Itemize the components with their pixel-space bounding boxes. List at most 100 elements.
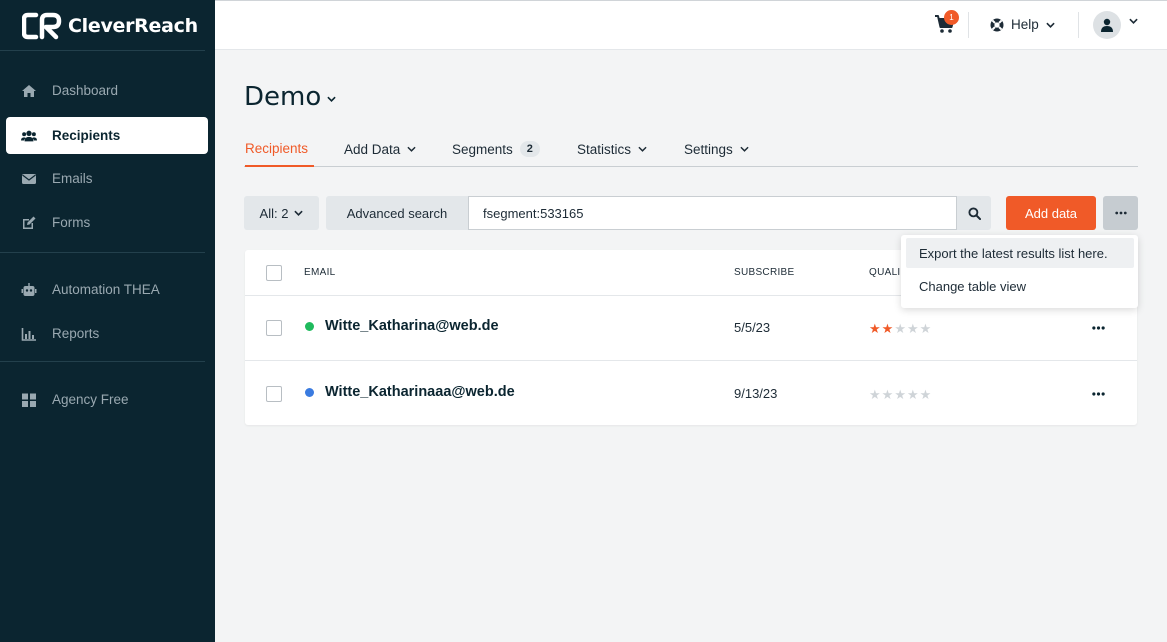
user-avatar[interactable] bbox=[1093, 11, 1121, 39]
tab-bar: Recipients Add Data Segments 2 Statistic… bbox=[244, 131, 1138, 167]
more-options-button[interactable] bbox=[1103, 196, 1138, 230]
sidebar-item-emails[interactable]: Emails bbox=[6, 160, 208, 197]
brand-logo[interactable]: CleverReach bbox=[22, 12, 198, 40]
advanced-search-label: Advanced search bbox=[346, 205, 448, 221]
row-checkbox[interactable] bbox=[266, 386, 282, 402]
sidebar-item-label: Forms bbox=[52, 215, 91, 230]
row-actions-button[interactable] bbox=[1089, 321, 1107, 335]
tab-label: Recipients bbox=[245, 140, 309, 156]
page-title-text: Demo bbox=[244, 82, 322, 112]
sidebar-item-dashboard[interactable]: Dashboard bbox=[6, 72, 208, 109]
users-icon bbox=[21, 128, 37, 144]
subscribe-date: 5/5/23 bbox=[734, 320, 771, 335]
sidebar-item-label: Dashboard bbox=[52, 83, 119, 98]
tab-add-data[interactable]: Add Data bbox=[344, 131, 416, 167]
chevron-down-icon bbox=[638, 146, 647, 152]
tab-label: Settings bbox=[684, 141, 733, 157]
sidebar-divider bbox=[0, 361, 205, 362]
tab-segments[interactable]: Segments 2 bbox=[452, 131, 540, 167]
status-dot bbox=[305, 388, 314, 397]
row-checkbox[interactable] bbox=[266, 320, 282, 336]
page-title[interactable]: Demo bbox=[244, 82, 336, 112]
bar-chart-icon bbox=[21, 326, 37, 342]
column-header-quality[interactable]: QUALI bbox=[869, 267, 901, 278]
topbar-separator bbox=[1078, 12, 1079, 38]
tab-label: Statistics bbox=[577, 141, 632, 157]
row-actions-button[interactable] bbox=[1089, 387, 1107, 401]
column-header-email[interactable]: EMAIL bbox=[304, 267, 336, 278]
star-icon: ★ bbox=[869, 321, 881, 336]
ellipsis-icon bbox=[1091, 392, 1105, 396]
chevron-down-icon[interactable] bbox=[1129, 18, 1138, 24]
advanced-search-button[interactable]: Advanced search bbox=[326, 196, 468, 230]
chevron-down-icon bbox=[327, 96, 336, 102]
star-icon: ★ bbox=[881, 321, 894, 336]
cleverreach-logo-icon bbox=[22, 12, 62, 40]
add-data-button[interactable]: Add data bbox=[1006, 196, 1096, 230]
star-icon: ★ bbox=[894, 387, 906, 402]
sidebar-divider bbox=[0, 252, 205, 253]
filter-label: All: 2 bbox=[259, 205, 289, 221]
quality-rating: ★ ★ ★ ★ ★ bbox=[869, 322, 931, 335]
sidebar-item-label: Agency Free bbox=[52, 392, 129, 407]
tab-recipients[interactable]: Recipients bbox=[245, 131, 314, 167]
table-row[interactable]: Witte_Katharinaaa@web.de 9/13/23 ★ ★ ★ ★ ★ bbox=[245, 360, 1137, 425]
sidebar-item-forms[interactable]: Forms bbox=[6, 204, 208, 241]
tab-label: Add Data bbox=[344, 141, 401, 157]
quality-rating: ★ ★ ★ ★ ★ bbox=[869, 388, 931, 401]
filter-dropdown[interactable]: All: 2 bbox=[244, 196, 319, 230]
grid-icon bbox=[21, 392, 37, 408]
recipient-email[interactable]: Witte_Katharina@web.de bbox=[325, 318, 499, 334]
sidebar-item-label: Automation THEA bbox=[52, 282, 160, 297]
search-button[interactable] bbox=[957, 196, 991, 230]
tab-settings[interactable]: Settings bbox=[684, 131, 749, 167]
search-input[interactable] bbox=[468, 196, 957, 230]
ellipsis-icon bbox=[1091, 326, 1105, 330]
sidebar-item-label: Recipients bbox=[52, 128, 121, 143]
star-icon: ★ bbox=[869, 387, 881, 402]
help-menu[interactable]: Help bbox=[990, 17, 1055, 32]
star-icon: ★ bbox=[919, 387, 932, 402]
star-icon: ★ bbox=[906, 387, 919, 402]
cart-count-badge: 1 bbox=[944, 10, 959, 25]
sidebar-item-reports[interactable]: Reports bbox=[6, 315, 208, 352]
edit-icon bbox=[21, 215, 37, 231]
star-icon: ★ bbox=[906, 321, 919, 336]
home-icon bbox=[21, 83, 37, 99]
star-icon: ★ bbox=[894, 321, 906, 336]
lifebuoy-icon bbox=[990, 18, 1004, 31]
topbar-separator bbox=[968, 12, 969, 38]
robot-icon bbox=[21, 282, 37, 298]
sidebar: CleverReach Dashboard Recipients Emails … bbox=[0, 0, 215, 642]
chevron-down-icon bbox=[740, 146, 749, 152]
star-icon: ★ bbox=[881, 387, 894, 402]
more-options-menu: Export the latest results list here. Cha… bbox=[901, 235, 1138, 308]
sidebar-item-recipients[interactable]: Recipients bbox=[6, 117, 208, 154]
status-dot bbox=[305, 322, 314, 331]
help-label: Help bbox=[1011, 17, 1039, 32]
sidebar-item-label: Reports bbox=[52, 326, 100, 341]
subscribe-date: 9/13/23 bbox=[734, 386, 778, 401]
tab-label: Segments bbox=[452, 141, 513, 157]
recipient-email[interactable]: Witte_Katharinaaa@web.de bbox=[325, 384, 515, 400]
tab-statistics[interactable]: Statistics bbox=[577, 131, 647, 167]
chevron-down-icon bbox=[294, 210, 304, 216]
search-icon bbox=[967, 206, 981, 220]
menu-item-change-table-view[interactable]: Change table view bbox=[906, 271, 1134, 301]
add-data-label: Add data bbox=[1024, 205, 1078, 221]
column-header-subscribe[interactable]: SUBSCRIBE bbox=[734, 267, 795, 278]
menu-item-export-results[interactable]: Export the latest results list here. bbox=[906, 238, 1134, 268]
sidebar-item-agency[interactable]: Agency Free bbox=[6, 381, 208, 418]
sidebar-divider bbox=[0, 50, 205, 51]
segments-count-badge: 2 bbox=[519, 141, 540, 157]
sidebar-item-automation[interactable]: Automation THEA bbox=[6, 271, 208, 308]
chevron-down-icon bbox=[1046, 22, 1055, 28]
envelope-icon bbox=[21, 171, 37, 187]
user-icon bbox=[1101, 18, 1113, 32]
brand-name: CleverReach bbox=[68, 15, 198, 37]
ellipsis-icon bbox=[1114, 211, 1127, 215]
sidebar-item-label: Emails bbox=[52, 171, 93, 186]
chevron-down-icon bbox=[407, 146, 416, 152]
star-icon: ★ bbox=[919, 321, 932, 336]
select-all-checkbox[interactable] bbox=[266, 265, 282, 281]
